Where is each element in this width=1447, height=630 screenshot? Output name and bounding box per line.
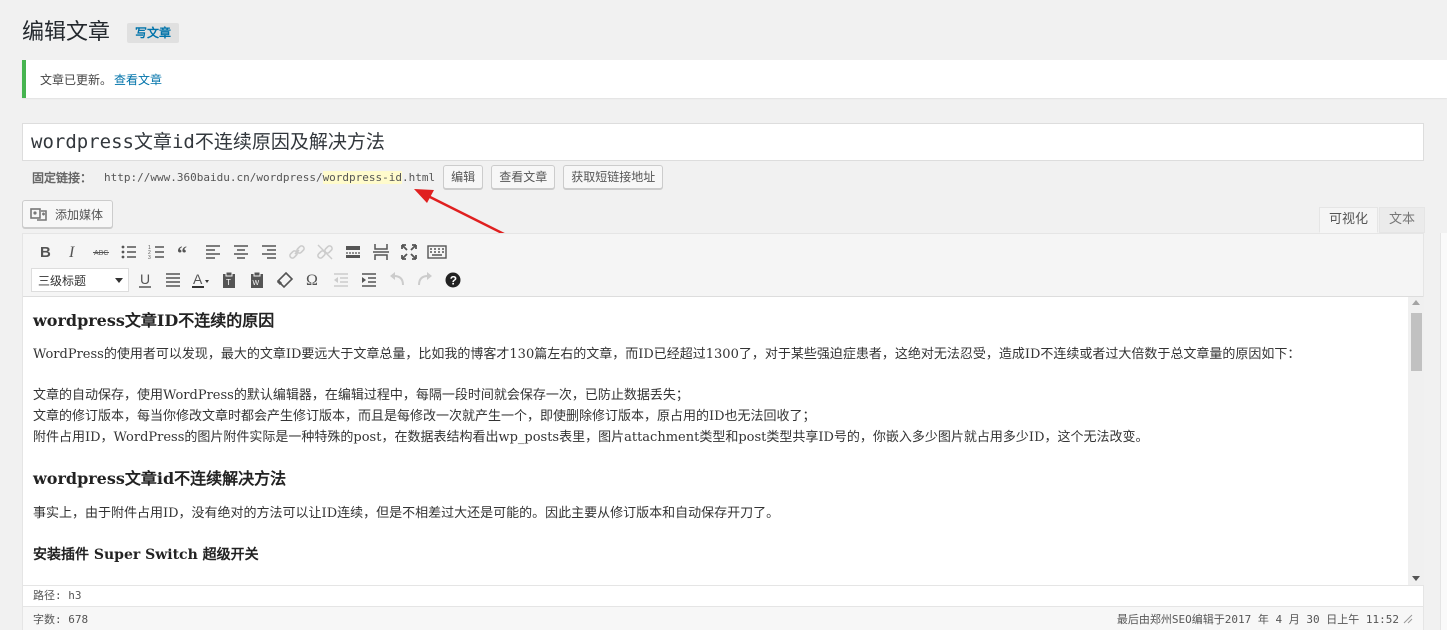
permalink-slug: wordpress-id	[322, 170, 403, 184]
scroll-down-icon[interactable]	[1412, 576, 1420, 581]
align-right-icon[interactable]	[255, 239, 283, 265]
content-line-1: 文章的自动保存，使用WordPress的默认编辑器，在编辑过程中，每隔一段时间就…	[33, 388, 689, 403]
align-center-icon[interactable]	[227, 239, 255, 265]
permalink-url[interactable]: http://www.360baidu.cn/wordpress/wordpre…	[104, 170, 436, 184]
svg-text:W: W	[253, 280, 260, 287]
text-color-icon[interactable]: A	[187, 267, 215, 293]
svg-text:A: A	[193, 271, 203, 287]
permalink-base: http://www.360baidu.cn/wordpress/	[104, 170, 323, 184]
media-icon	[30, 208, 47, 221]
content-line-2: 文章的修订版本，每当你修改文章时都会产生修订版本，而且是每修改一次就产生一个，即…	[33, 409, 816, 424]
help-icon[interactable]: ?	[439, 267, 467, 293]
editor: B I ABC 123 “ 三级标题 U A T W Ω ? wordpress…	[22, 233, 1424, 630]
numbered-list-icon[interactable]: 123	[143, 239, 171, 265]
toolbar-row-2: 三级标题 U A T W Ω ?	[31, 267, 467, 293]
annotation-arrow-head	[414, 189, 434, 203]
content-paragraph-1: WordPress的使用者可以发现，最大的文章ID要远大于文章总量，比如我的博客…	[33, 347, 1301, 362]
bullet-list-icon[interactable]	[115, 239, 143, 265]
add-new-post-button[interactable]: 写文章	[127, 23, 180, 43]
chevron-down-icon	[115, 277, 123, 283]
italic-icon[interactable]: I	[59, 239, 87, 265]
content-heading-2: wordpress文章id不连续解决方法	[33, 469, 287, 488]
svg-text:Ω: Ω	[306, 272, 318, 289]
scroll-up-icon[interactable]	[1412, 300, 1420, 305]
word-count: 字数: 678	[33, 613, 89, 626]
editor-status-bar: 字数: 678 最后由郑州SEO编辑于2017 年 4 月 30 日上午 11:…	[23, 606, 1423, 630]
outdent-icon[interactable]	[327, 267, 355, 293]
content-paragraph-2: 事实上，由于附件占用ID，没有绝对的方法可以让ID连续，但是不相差过大还是可能的…	[33, 506, 780, 521]
page-title: 编辑文章	[22, 20, 111, 45]
last-edited: 最后由郑州SEO编辑于2017 年 4 月 30 日上午 11:52	[1116, 613, 1399, 626]
permalink-row: 固定链接： http://www.360baidu.cn/wordpress/w…	[32, 165, 664, 189]
svg-text:B: B	[40, 244, 51, 261]
svg-text:I: I	[68, 244, 75, 261]
toolbar-row-1: B I ABC 123 “	[31, 239, 451, 265]
permalink-label: 固定链接：	[32, 170, 93, 185]
add-media-button[interactable]: 添加媒体	[22, 200, 114, 228]
paste-text-icon[interactable]: T	[215, 267, 243, 293]
content-line-3: 附件占用ID，WordPress的图片附件实际是一种特殊的post，在数据表结构…	[33, 430, 1149, 445]
format-select-value: 三级标题	[38, 273, 87, 288]
strikethrough-icon[interactable]: ABC	[87, 239, 115, 265]
svg-text:?: ?	[450, 274, 457, 288]
view-post-link[interactable]: 查看文章	[114, 71, 162, 88]
paste-word-icon[interactable]: W	[243, 267, 271, 293]
edit-permalink-button[interactable]: 编辑	[443, 165, 484, 189]
toolbar-toggle-icon[interactable]	[423, 239, 451, 265]
sidebar-edge	[1440, 233, 1447, 630]
tab-text[interactable]: 文本	[1379, 207, 1426, 233]
update-notice: 文章已更新。 查看文章	[22, 60, 1447, 98]
remove-link-icon[interactable]	[311, 239, 339, 265]
blockquote-icon[interactable]: “	[171, 239, 199, 265]
redo-icon[interactable]	[411, 267, 439, 293]
page-header: 编辑文章 写文章	[22, 18, 180, 48]
scrollbar-thumb[interactable]	[1411, 313, 1422, 371]
view-post-button[interactable]: 查看文章	[491, 165, 556, 189]
content-heading-1: wordpress文章ID不连续的原因	[33, 311, 275, 330]
editor-content[interactable]: wordpress文章ID不连续的原因 WordPress的使用者可以发现，最大…	[23, 297, 1408, 585]
get-shortlink-button[interactable]: 获取短链接地址	[563, 165, 664, 189]
element-path: 路径: h3	[23, 585, 1423, 606]
underline-icon[interactable]: U	[131, 267, 159, 293]
undo-icon[interactable]	[383, 267, 411, 293]
post-title-input[interactable]: wordpress文章id不连续原因及解决方法	[22, 123, 1424, 161]
svg-text:T: T	[226, 278, 231, 287]
special-character-icon[interactable]: Ω	[299, 267, 327, 293]
read-more-icon[interactable]	[339, 239, 367, 265]
editor-scrollbar[interactable]	[1408, 297, 1424, 585]
resize-handle-icon[interactable]	[1403, 614, 1413, 624]
notice-message: 文章已更新。	[40, 72, 113, 87]
svg-text:U: U	[140, 271, 150, 287]
align-left-icon[interactable]	[199, 239, 227, 265]
justify-icon[interactable]	[159, 267, 187, 293]
indent-icon[interactable]	[355, 267, 383, 293]
editor-toolbar: B I ABC 123 “ 三级标题 U A T W Ω ?	[23, 234, 1423, 297]
fullscreen-icon[interactable]	[395, 239, 423, 265]
permalink-ext: .html	[402, 170, 436, 184]
bold-icon[interactable]: B	[31, 239, 59, 265]
svg-text:“: “	[177, 243, 187, 262]
content-heading-3: 安装插件 Super Switch 超级开关	[33, 547, 259, 563]
format-select[interactable]: 三级标题	[31, 268, 129, 292]
tab-visual[interactable]: 可视化	[1319, 207, 1379, 233]
clear-formatting-icon[interactable]	[271, 267, 299, 293]
svg-text:3: 3	[148, 255, 151, 261]
svg-text:ABC: ABC	[94, 250, 108, 257]
add-media-label: 添加媒体	[55, 207, 104, 222]
insert-link-icon[interactable]	[283, 239, 311, 265]
page-break-icon[interactable]	[367, 239, 395, 265]
